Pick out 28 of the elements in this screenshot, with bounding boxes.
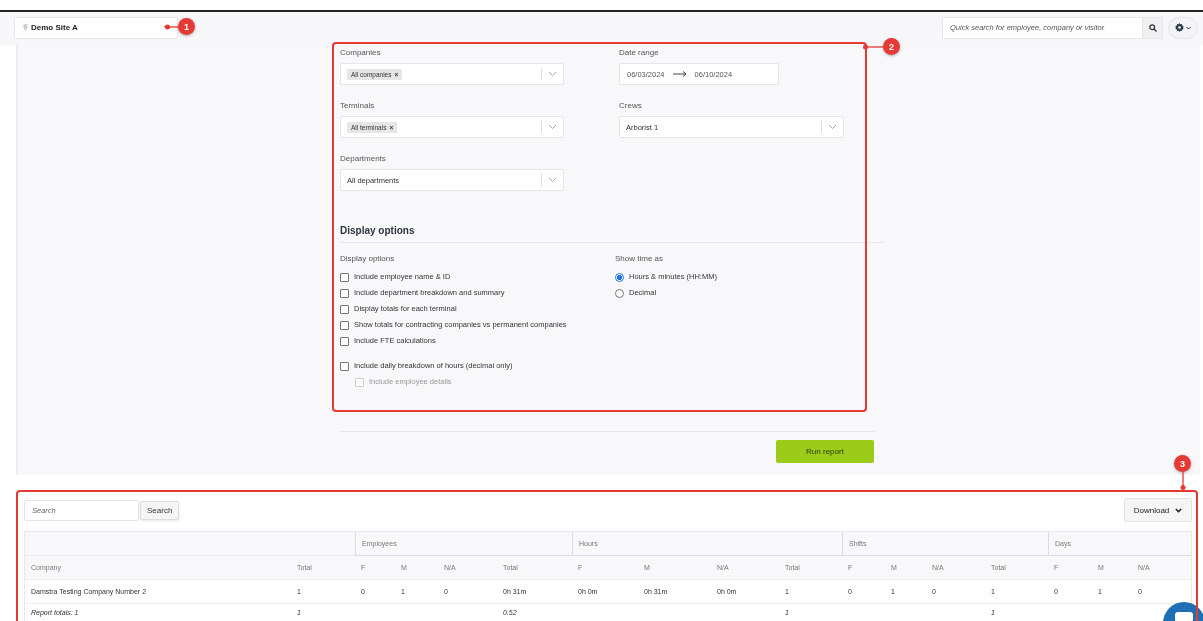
download-select[interactable]: Download — [1124, 498, 1192, 522]
chevron-down-icon — [1175, 507, 1183, 513]
field-label: Terminals — [340, 101, 376, 112]
chat-icon — [1175, 612, 1193, 621]
arrow-right-icon — [672, 71, 687, 77]
chevron-down-icon — [1186, 25, 1191, 30]
search-button[interactable] — [1142, 16, 1163, 39]
leader-line — [863, 43, 883, 50]
section-heading: Display options — [340, 225, 885, 243]
chevron-down-icon — [828, 124, 837, 130]
search-icon — [1148, 23, 1157, 32]
group-label: Show time as — [615, 254, 665, 265]
chevron-down-icon — [548, 71, 557, 77]
settings-icon — [1175, 23, 1184, 32]
run-report-button[interactable]: Run report — [776, 440, 874, 463]
chevron-down-icon — [548, 124, 557, 130]
field-label: Companies — [340, 48, 382, 59]
settings-button[interactable] — [1168, 16, 1198, 39]
field-label: Crews — [619, 101, 643, 112]
field-label: Date range — [619, 48, 660, 59]
field-label: Departments — [340, 154, 387, 165]
site-selector[interactable]: Demo Site A — [14, 16, 178, 39]
search-button[interactable]: Search — [140, 500, 180, 520]
chevron-down-icon — [548, 177, 557, 183]
location-pin-icon — [23, 24, 28, 31]
leader-line — [165, 23, 178, 30]
leader-line — [1179, 472, 1186, 490]
group-label: Display options — [340, 254, 396, 265]
